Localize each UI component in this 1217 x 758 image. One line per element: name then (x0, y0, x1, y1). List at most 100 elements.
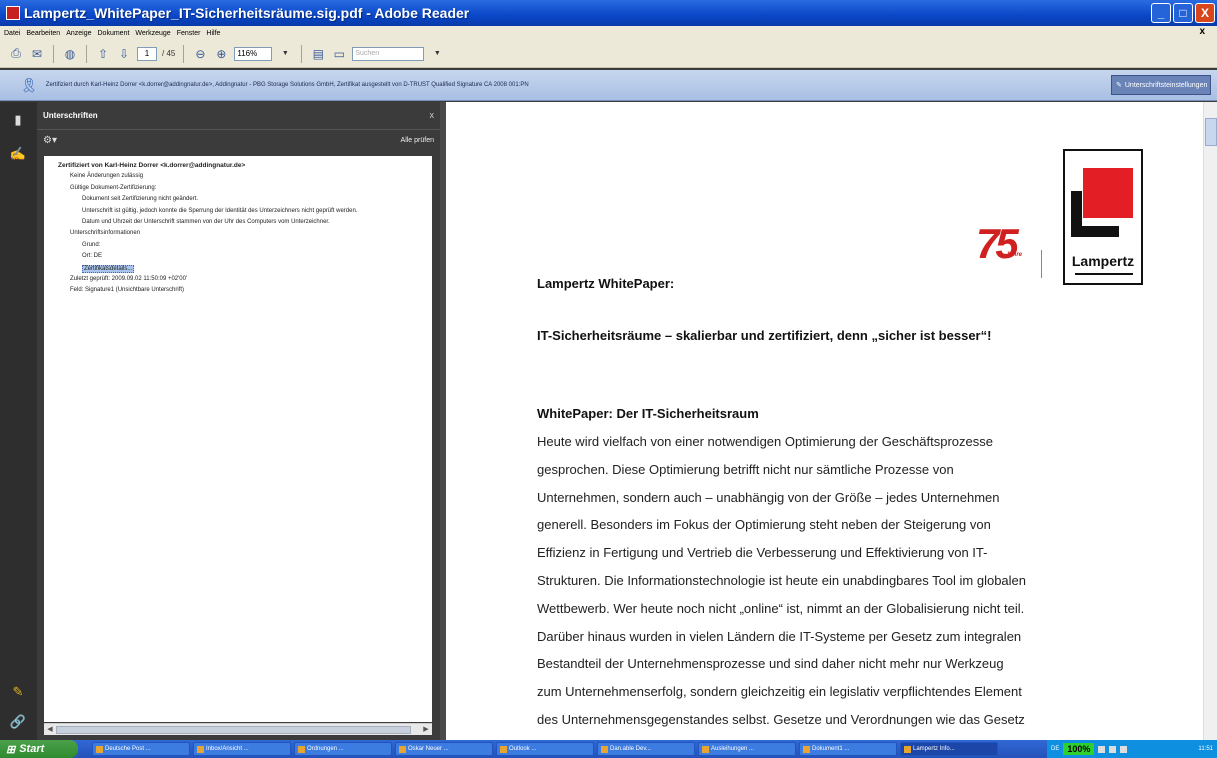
document-close-button[interactable]: x (1199, 26, 1205, 37)
doc-line: Wettbewerb. Wer heute noch nicht „online… (537, 600, 1025, 616)
taskbar-button-label: Ordnungen ... (307, 746, 344, 752)
tree-node[interactable]: Zertifikatsdetails... (82, 264, 135, 273)
clock: 11:51 (1198, 746, 1213, 752)
menu-fenster[interactable]: Fenster (177, 30, 201, 37)
close-button[interactable]: X (1195, 3, 1215, 23)
app-icon (399, 745, 406, 753)
menu-werkzeuge[interactable]: Werkzeuge (135, 30, 170, 37)
taskbar-button[interactable]: Dan.able Dev... (597, 742, 695, 756)
panel-close-button[interactable]: x (430, 110, 435, 120)
signature-settings-button[interactable]: ✎ Unterschriftsteinstellungen (1111, 75, 1211, 95)
scroll-right-icon[interactable]: ▶ (420, 724, 432, 736)
toolbar: ⎙ ✉ ◍ ⇧ ⇩ 1 / 45 ⊖ ⊕ 116% ▼ ▤ ▭ Suchen ▼ (0, 40, 1217, 68)
email-icon[interactable]: ✉ (29, 46, 45, 62)
menu-datei[interactable]: Datei (4, 30, 20, 37)
menu-bearbeiten[interactable]: Bearbeiten (26, 30, 60, 37)
tree-node[interactable]: Unterschrift ist gültig, jedoch konnte d… (82, 208, 357, 214)
doc-line: gesprochen. Diese Optimierung betrifft n… (537, 461, 954, 477)
taskbar-button-label: Lampertz Info... (913, 746, 955, 752)
app-icon (702, 745, 709, 753)
logo-red-square (1083, 168, 1133, 218)
previous-page-icon[interactable]: ⇧ (95, 46, 111, 62)
task-list: Deutsche Post ... Inbox/Ansicht ... Ordnun… (92, 742, 998, 756)
attachment-icon[interactable]: 🔗 (9, 714, 27, 730)
minimize-button[interactable]: _ (1151, 3, 1171, 23)
signatures-panel: Unterschriften x ⚙▾ Alle prüfen Zertifiz… (37, 102, 440, 740)
tree-node[interactable]: Grund: (82, 242, 100, 248)
zoom-in-icon[interactable]: ⊕ (213, 46, 229, 62)
taskbar-button[interactable]: Oskar Neuer ... (395, 742, 493, 756)
taskbar-button[interactable]: Lampertz Info... (900, 742, 998, 756)
doc-line: Strukturen. Die Informationstechnologie … (537, 572, 1027, 588)
logo-l-horizontal (1071, 226, 1119, 237)
taskbar-button[interactable]: Outlook ... (496, 742, 594, 756)
maximize-button[interactable]: □ (1173, 3, 1193, 23)
vertical-scrollbar[interactable] (1203, 102, 1217, 740)
tree-node[interactable]: Keine Änderungen zulässig (70, 173, 143, 179)
anniversary-75-logo: 75 Jahre (976, 220, 1022, 267)
tree-node[interactable]: Zuletzt geprüft: 2009.09.02 11:50:09 +02… (70, 276, 187, 282)
menu-anzeige[interactable]: Anzeige (66, 30, 91, 37)
doc-line: Effizienz in Fertigung und Vertrieb die … (537, 545, 988, 561)
battery-indicator[interactable]: 100% (1063, 743, 1095, 755)
page-number-input[interactable]: 1 (137, 46, 157, 61)
globe-icon[interactable]: ◍ (62, 46, 78, 62)
taskbar-button[interactable]: Deutsche Post ... (92, 742, 190, 756)
taskbar-button-label: Ausleihungen ... (711, 746, 755, 752)
taskbar-button[interactable]: Ordnungen ... (294, 742, 392, 756)
chevron-down-icon[interactable]: ▼ (277, 46, 293, 62)
doc-line: generell. Besonders im Fokus der Optimie… (537, 517, 991, 533)
logo-divider (1041, 250, 1042, 278)
fit-page-icon[interactable]: ▤ (310, 46, 326, 62)
signatures-panel-icon[interactable]: ✍ (9, 146, 27, 162)
taskbar-button[interactable]: Inbox/Ansicht ... (193, 742, 291, 756)
menu-dokument[interactable]: Dokument (98, 30, 130, 37)
toolbar-separator (183, 44, 185, 63)
tree-node[interactable]: Unterschriftsinformationen (70, 230, 140, 236)
doc-line: des Unternehmensgegenstandes selbst. Ges… (537, 711, 1025, 727)
app-icon (96, 745, 103, 753)
menu-hilfe[interactable]: Hilfe (206, 30, 220, 37)
scrollbar-thumb[interactable] (56, 726, 411, 734)
lampertz-logo: Lampertz (1063, 149, 1143, 285)
zoom-out-icon[interactable]: ⊖ (192, 46, 208, 62)
comments-icon[interactable]: ✎ (9, 684, 27, 700)
toolbar-separator (86, 44, 87, 63)
tree-node[interactable]: Gültige Dokument-Zertifizierung: (70, 185, 156, 191)
scrollbar-thumb[interactable] (1205, 118, 1217, 146)
tree-root-node[interactable]: Zertifiziert von Karl-Heinz Dorrer <k.do… (58, 162, 245, 169)
document-view: 75 Jahre Lampertz Lampertz WhitePaper: I… (446, 102, 1217, 740)
doc-line: zum Unternehmenserfolg, sondern gleichze… (537, 684, 1022, 700)
tree-node[interactable]: Ort: DE (82, 253, 102, 259)
scroll-left-icon[interactable]: ◀ (44, 724, 56, 736)
app-icon (803, 745, 810, 753)
tree-node[interactable]: Feld: Signature1 (Unsichtbare Unterschri… (70, 287, 184, 293)
validate-all-button[interactable]: Alle prüfen (401, 137, 434, 144)
zoom-level-input[interactable]: 116% (234, 46, 273, 61)
signature-tree: Zertifiziert von Karl-Heinz Dorrer <k.do… (44, 156, 432, 722)
network-icon[interactable] (1098, 745, 1106, 753)
next-page-icon[interactable]: ⇩ (116, 46, 132, 62)
horizontal-scrollbar[interactable]: ◀ ▶ (44, 723, 432, 735)
app-icon (298, 745, 305, 753)
print-icon[interactable]: ⎙ (8, 46, 24, 62)
signature-settings-label: Unterschriftsteinstellungen (1124, 81, 1208, 89)
title-bar: Lampertz_WhitePaper_IT-Sicherheitsräume.… (0, 0, 1217, 26)
start-button[interactable]: ⊞ Start (0, 740, 78, 758)
taskbar-button[interactable]: Ausleihungen ... (698, 742, 796, 756)
app-icon (601, 745, 608, 753)
tree-node[interactable]: Datum und Uhrzeit der Unterschrift stamm… (82, 219, 330, 225)
signature-bar: 🎗 Zertifiziert durch Karl-Heinz Dorrer <… (0, 70, 1217, 101)
search-dropdown-icon[interactable]: ▼ (429, 46, 445, 62)
options-menu-icon[interactable]: ⚙▾ (43, 135, 57, 146)
pages-icon[interactable]: ▮ (9, 112, 27, 128)
tree-node[interactable]: Dokument seit Zertifizierung nicht geänd… (82, 196, 198, 202)
language-indicator[interactable]: DE (1051, 746, 1059, 752)
security-icon[interactable] (1120, 745, 1128, 753)
fit-width-icon[interactable]: ▭ (331, 46, 347, 62)
volume-icon[interactable] (1109, 745, 1117, 753)
app-icon (904, 745, 911, 753)
window-controls: _ □ X (1151, 3, 1215, 23)
taskbar-button[interactable]: Dokument1 ... (799, 742, 897, 756)
search-input[interactable]: Suchen (352, 46, 425, 61)
